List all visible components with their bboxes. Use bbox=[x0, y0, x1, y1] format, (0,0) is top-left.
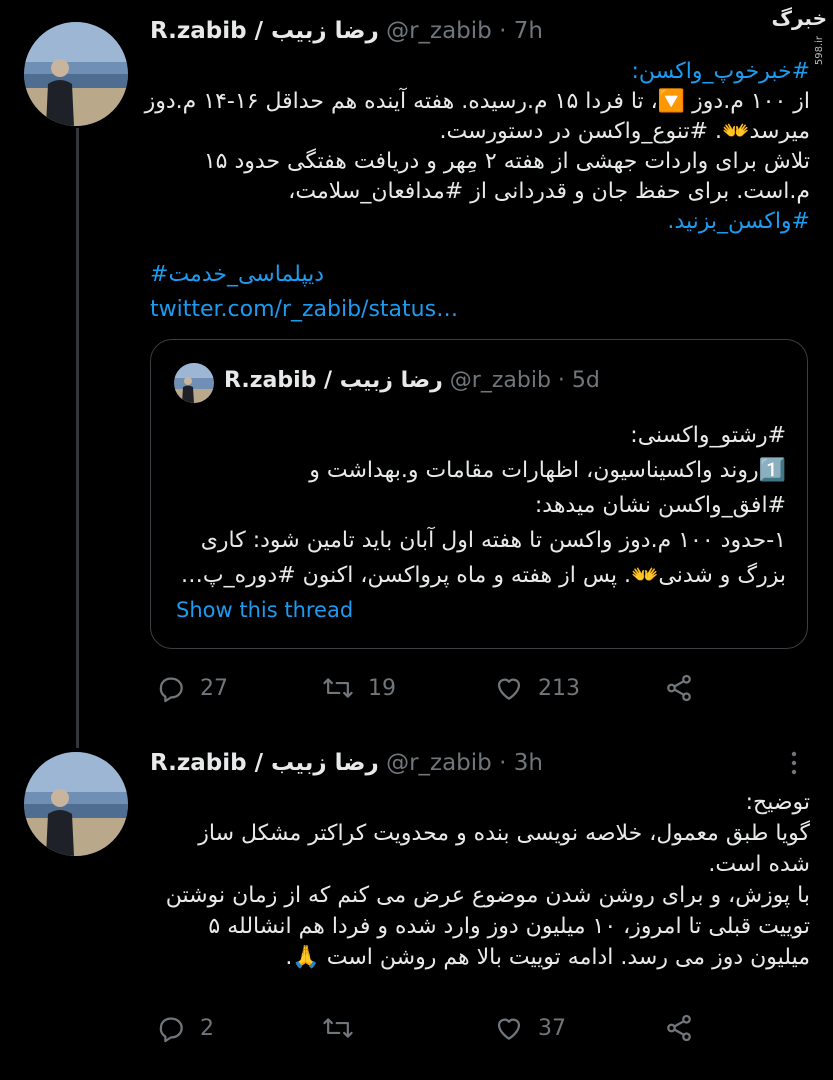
hashtag-line[interactable]: #خبرخوپ_واکسن: bbox=[150, 57, 810, 87]
tweet-line: تلاش برای واردات جهشی از هفته ۲ مِهر و د… bbox=[203, 149, 810, 174]
tweet-line: توضیح: bbox=[745, 790, 810, 815]
hashtag-link[interactable]: #دیپلماسی_خدمت bbox=[150, 262, 324, 287]
author-name[interactable]: R.zabib / رضا زبیب bbox=[150, 750, 379, 776]
quoted-line: ۱-حدود ۱۰۰ م.دوز واکسن تا هفته اول آبان … bbox=[200, 528, 786, 553]
retweet-count: 19 bbox=[368, 675, 396, 701]
tweet-line: میلیون دوز می رسد. ادامه توییت بالا هم ر… bbox=[285, 945, 810, 970]
like-count: 37 bbox=[538, 1015, 566, 1041]
share-icon bbox=[667, 1014, 691, 1042]
like-count: 213 bbox=[538, 675, 580, 701]
tweet-line: شده است. bbox=[708, 852, 810, 877]
retweet-icon bbox=[323, 678, 353, 698]
tweet-header: R.zabib / رضا زبیب @r_zabib · 7h bbox=[150, 18, 543, 44]
quoted-avatar[interactable] bbox=[174, 363, 214, 403]
timestamp[interactable]: 7h bbox=[514, 18, 543, 44]
watermark-url: 598.ir bbox=[814, 36, 825, 66]
quoted-author-name[interactable]: R.zabib / رضا زبیب bbox=[224, 368, 443, 393]
share-button[interactable] bbox=[664, 673, 694, 703]
retweet-button[interactable]: 19 bbox=[322, 673, 396, 703]
tweet-line: از ۱۰۰ م.دوز 🔽، تا فردا ۱۵ م.رسیده. هفته… bbox=[144, 89, 810, 114]
timestamp[interactable]: 3h bbox=[514, 750, 543, 776]
reply-count: 2 bbox=[200, 1015, 214, 1041]
separator-dot: · bbox=[557, 368, 565, 393]
reply-button[interactable]: 2 bbox=[156, 1013, 214, 1043]
tweet-line: میرسد👐. #تنوع_واکسن در دستورست. bbox=[439, 119, 811, 144]
like-icon bbox=[497, 1018, 521, 1040]
like-button[interactable]: 213 bbox=[494, 673, 580, 703]
reply-icon bbox=[159, 1017, 183, 1043]
reply-icon bbox=[159, 677, 183, 703]
quoted-text: #رشتو_واکسنی: 1️⃣روند واکسیناسیون، اظهار… bbox=[174, 418, 786, 593]
author-name[interactable]: R.zabib / رضا زبیب bbox=[150, 18, 379, 44]
author-handle[interactable]: @r_zabib bbox=[386, 18, 492, 44]
show-thread-link[interactable]: Show this thread bbox=[176, 598, 353, 622]
reply-count: 27 bbox=[200, 675, 228, 701]
hashtag-line[interactable]: #واکسن_بزنید. bbox=[150, 207, 810, 237]
author-handle[interactable]: @r_zabib bbox=[386, 750, 492, 776]
more-icon bbox=[791, 751, 797, 775]
watermark-logo: خبرگ bbox=[771, 6, 828, 30]
avatar[interactable] bbox=[24, 22, 128, 126]
tweet-text: #خبرخوپ_واکسن: از ۱۰۰ م.دوز 🔽، تا فردا ۱… bbox=[144, 57, 811, 237]
quoted-line: بزرگ و شدنی👐. پس از هفته و ماه پرواکسن، … bbox=[180, 563, 786, 588]
tweet-line: توییت قبلی تا امروز، ۱۰ میلیون دوز وارد … bbox=[208, 914, 810, 939]
status-link[interactable]: twitter.com/r_zabib/status… bbox=[150, 297, 458, 322]
reply-button[interactable]: 27 bbox=[156, 673, 228, 703]
quoted-author-handle[interactable]: @r_zabib bbox=[450, 368, 551, 393]
quoted-header: R.zabib / رضا زبیب @r_zabib · 5d bbox=[224, 368, 600, 393]
avatar[interactable] bbox=[24, 752, 128, 856]
more-button[interactable] bbox=[786, 750, 802, 775]
quoted-line: #رشتو_واکسنی: bbox=[630, 423, 786, 448]
tweet-text: توضیح: گویا طبق معمول، خلاصه نویسی بنده … bbox=[150, 787, 810, 973]
retweet-button[interactable] bbox=[322, 1013, 368, 1043]
quoted-line: #افق_واکسن نشان میدهد: bbox=[534, 493, 786, 518]
tweet-line: گویا طبق معمول، خلاصه نویسی بنده و محدوی… bbox=[198, 821, 810, 846]
tweet-line: با پوزش، و برای روشن شدن موضوع عرض می کن… bbox=[165, 883, 810, 908]
tweet-line: م.است. برای حفظ جان و قدردانی از #مدافعا… bbox=[288, 179, 810, 204]
share-button[interactable] bbox=[664, 1013, 694, 1043]
share-icon bbox=[667, 674, 691, 702]
separator-dot: · bbox=[499, 18, 507, 44]
tweet-header: R.zabib / رضا زبیب @r_zabib · 3h bbox=[150, 750, 543, 776]
like-button[interactable]: 37 bbox=[494, 1013, 566, 1043]
retweet-icon bbox=[323, 1018, 353, 1038]
separator-dot: · bbox=[499, 750, 507, 776]
like-icon bbox=[497, 678, 521, 700]
quoted-timestamp[interactable]: 5d bbox=[572, 368, 600, 393]
quoted-line: 1️⃣روند واکسیناسیون، اظهارات مقامات و.به… bbox=[309, 458, 786, 483]
thread-connector-line bbox=[76, 128, 79, 748]
